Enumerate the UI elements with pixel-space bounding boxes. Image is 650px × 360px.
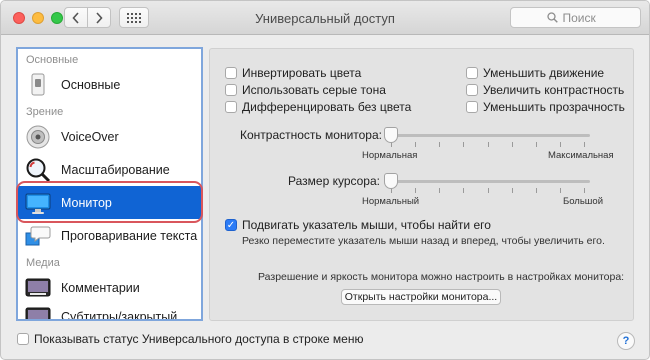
minimize-window-button[interactable] — [32, 12, 44, 24]
sidebar-item-label: Проговаривание текста — [61, 228, 198, 243]
cursor-size-label: Размер курсора: — [288, 174, 380, 188]
sidebar-item-voiceover[interactable]: VoiceOver — [18, 120, 201, 153]
search-input[interactable] — [562, 10, 605, 25]
increase-contrast-checkbox[interactable]: Увеличить контрастность — [466, 83, 624, 97]
shake-hint: Резко переместите указатель мыши назад и… — [242, 235, 605, 247]
sidebar-item-label: Субтитры/закрытый текст — [61, 310, 178, 321]
checkbox-label: Подвигать указатель мыши, чтобы найти ег… — [242, 218, 491, 232]
checkbox-label: Дифференцировать без цвета — [242, 100, 412, 114]
monitor-icon — [25, 193, 51, 214]
show-all-button[interactable] — [119, 7, 149, 28]
sidebar-item-label: Масштабирование — [61, 162, 170, 177]
help-button[interactable]: ? — [617, 332, 635, 350]
checkbox-label: Увеличить контрастность — [483, 83, 625, 97]
section-header-vision: Зрение — [26, 106, 64, 118]
sidebar-item-captions[interactable]: Комментарии — [18, 271, 201, 304]
sidebar-item-label: Монитор — [61, 195, 112, 210]
checkbox-label: Уменьшить прозрачность — [483, 100, 625, 114]
title-bar: Универсальный доступ — [1, 1, 649, 35]
sidebar-item-label: Комментарии — [61, 280, 140, 295]
grid-icon — [127, 12, 141, 23]
sidebar-item-general[interactable]: Основные — [18, 68, 201, 101]
search-icon — [546, 12, 558, 23]
checkbox-box[interactable]: ✓ — [225, 219, 237, 231]
speech-bubble-icon — [25, 226, 51, 245]
contrast-slider-track[interactable] — [385, 134, 590, 137]
sidebar-list[interactable]: Основные Основные Зрение VoiceOver Масшт… — [16, 47, 203, 321]
forward-button[interactable] — [87, 7, 111, 28]
chevron-left-icon — [72, 11, 79, 24]
sidebar-item-label: Основные — [61, 77, 121, 92]
window-title: Универсальный доступ — [255, 11, 395, 26]
fullscreen-window-button[interactable] — [51, 12, 63, 24]
invert-colors-checkbox[interactable]: Инвертировать цвета — [225, 66, 361, 80]
menu-status-checkbox[interactable]: Показывать статус Универсального доступа… — [17, 332, 363, 346]
section-header-media: Медиа — [26, 257, 60, 269]
cursor-slider-track[interactable] — [385, 180, 590, 183]
checkbox-label: Показывать статус Универсального доступа… — [34, 332, 364, 346]
cursor-ticks — [391, 188, 585, 193]
contrast-min-label: Нормальная — [362, 150, 418, 161]
checkbox-label: Инвертировать цвета — [242, 66, 362, 80]
checkbox-label: Использовать серые тона — [242, 83, 386, 97]
contrast-max-label: Максимальная — [548, 150, 614, 161]
checkbox-box[interactable] — [225, 101, 237, 113]
chevron-right-icon — [96, 11, 103, 24]
display-settings-panel: Инвертировать цвета Использовать серые т… — [209, 48, 634, 321]
checkbox-box[interactable] — [225, 84, 237, 96]
sidebar-item-display[interactable]: Монитор — [18, 186, 201, 219]
display-settings-note: Разрешение и яркость монитора можно наст… — [258, 271, 625, 283]
grayscale-checkbox[interactable]: Использовать серые тона — [225, 83, 386, 97]
contrast-ticks — [391, 142, 585, 147]
sidebar-item-zoom[interactable]: Масштабирование — [18, 153, 201, 186]
contrast-slider-thumb[interactable] — [384, 127, 398, 143]
preferences-window: Универсальный доступ Основные Основные З… — [0, 0, 650, 360]
checkbox-box[interactable] — [466, 84, 478, 96]
cursor-slider-thumb[interactable] — [384, 173, 398, 189]
general-icon — [31, 73, 45, 95]
checkbox-box[interactable] — [466, 101, 478, 113]
open-display-settings-button[interactable]: Открыть настройки монитора... — [341, 289, 501, 305]
subtitles-icon — [25, 307, 51, 319]
sidebar-item-subtitles[interactable]: Субтитры/закрытый текст — [18, 304, 201, 321]
back-button[interactable] — [64, 7, 88, 28]
checkbox-box[interactable] — [17, 333, 29, 345]
voiceover-icon — [26, 125, 50, 148]
cursor-min-label: Нормальный — [362, 196, 420, 207]
zoom-icon — [26, 158, 51, 182]
shake-to-locate-checkbox[interactable]: ✓ Подвигать указатель мыши, чтобы найти … — [225, 218, 491, 232]
cursor-max-label: Большой — [563, 196, 604, 207]
reduce-motion-checkbox[interactable]: Уменьшить движение — [466, 66, 604, 80]
close-window-button[interactable] — [13, 12, 25, 24]
reduce-transparency-checkbox[interactable]: Уменьшить прозрачность — [466, 100, 625, 114]
contrast-label: Контрастность монитора: — [240, 128, 382, 142]
sidebar-item-speech[interactable]: Проговаривание текста — [18, 219, 201, 252]
checkbox-box[interactable] — [225, 67, 237, 79]
captions-icon — [25, 278, 51, 296]
differentiate-checkbox[interactable]: Дифференцировать без цвета — [225, 100, 411, 114]
section-header-main: Основные — [26, 54, 79, 66]
checkbox-label: Уменьшить движение — [483, 66, 605, 80]
search-field[interactable] — [510, 7, 641, 28]
checkbox-box[interactable] — [466, 67, 478, 79]
sidebar-item-label: VoiceOver — [61, 129, 119, 144]
